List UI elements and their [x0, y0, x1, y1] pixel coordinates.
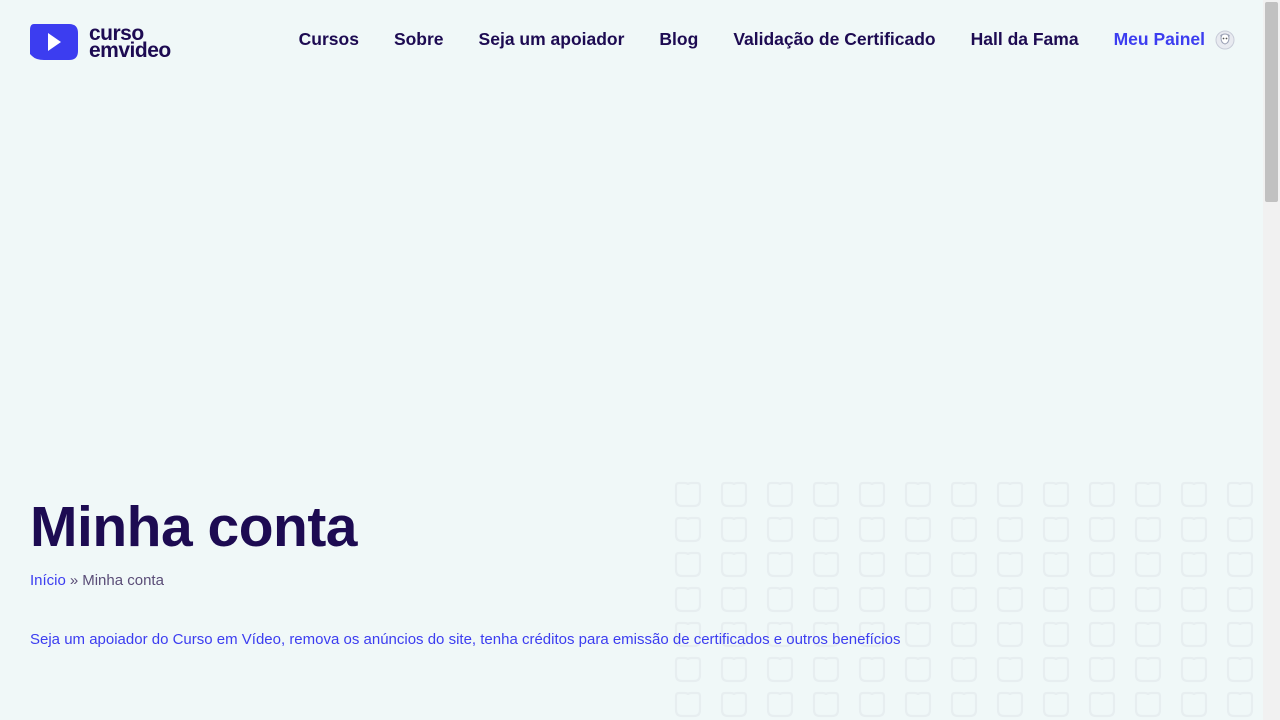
breadcrumb-home[interactable]: Início	[30, 572, 66, 589]
nav-cursos[interactable]: Cursos	[299, 29, 359, 50]
nav-blog[interactable]: Blog	[659, 29, 698, 50]
nav-hall-da-fama[interactable]: Hall da Fama	[971, 29, 1079, 50]
nav-validacao-certificado[interactable]: Validação de Certificado	[733, 29, 935, 50]
logo-line2: emvideo	[89, 39, 171, 62]
play-icon	[30, 24, 78, 60]
page-scrollbar[interactable]	[1263, 0, 1280, 720]
user-avatar-icon[interactable]	[1215, 30, 1235, 50]
nav-sobre[interactable]: Sobre	[394, 29, 444, 50]
background-pattern	[668, 480, 1263, 720]
nav-seja-um-apoiador[interactable]: Seja um apoiador	[479, 29, 625, 50]
page: curso emvideo Cursos Sobre Seja um apoia…	[0, 0, 1263, 720]
nav-meu-painel[interactable]: Meu Painel	[1114, 29, 1205, 50]
breadcrumb-current: Minha conta	[82, 572, 164, 589]
scrollbar-thumb[interactable]	[1265, 2, 1278, 202]
breadcrumb: Início» Minha conta	[30, 572, 164, 589]
breadcrumb-separator: »	[69, 572, 79, 589]
page-title: Minha conta	[30, 495, 358, 559]
logo-link[interactable]: curso emvideo	[28, 21, 171, 63]
supporter-promo-link[interactable]: Seja um apoiador do Curso em Vídeo, remo…	[30, 631, 900, 648]
main-nav: Cursos Sobre Seja um apoiador Blog Valid…	[264, 29, 1235, 50]
logo-text: curso emvideo	[89, 23, 171, 62]
